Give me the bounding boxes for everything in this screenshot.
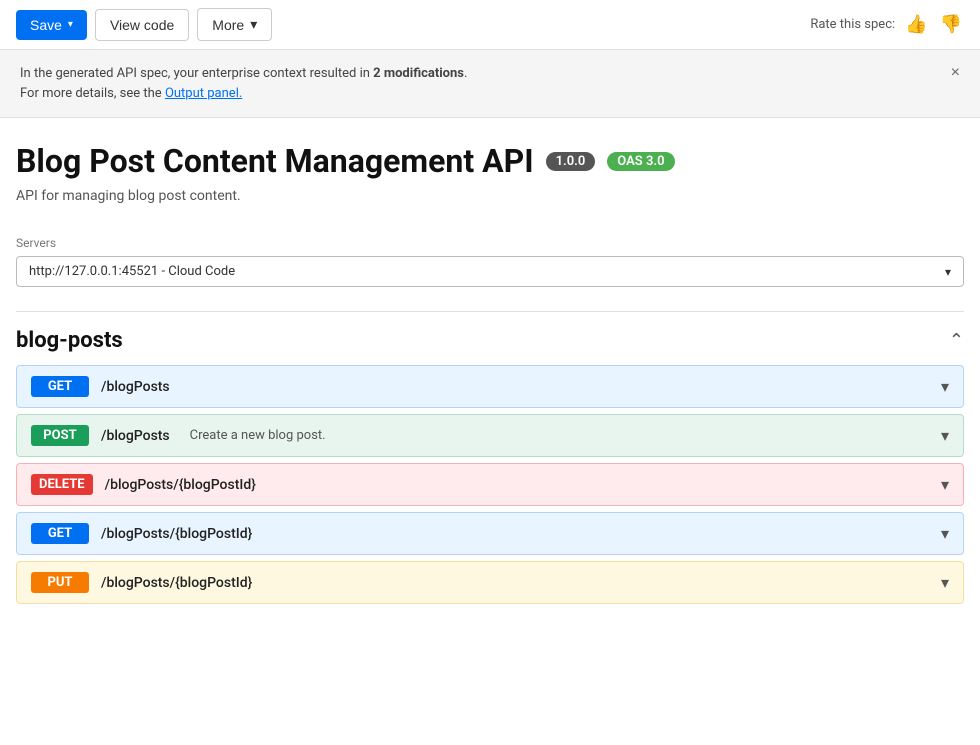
method-badge-get: GET	[31, 376, 89, 397]
endpoint-row-delete-blogpost[interactable]: DELETE /blogPosts/{blogPostId} ▾	[16, 463, 964, 506]
oas-badge: OAS 3.0	[607, 152, 674, 171]
servers-section: Servers http://127.0.0.1:45521 - Cloud C…	[16, 236, 964, 287]
save-label: Save	[30, 17, 62, 33]
rate-label: Rate this spec:	[810, 17, 895, 32]
banner-highlight: 2 modifications	[373, 66, 464, 81]
more-button[interactable]: More ▾	[197, 8, 272, 41]
output-panel-link[interactable]: Output panel.	[165, 86, 242, 101]
endpoint-row-put-blogpost[interactable]: PUT /blogPosts/{blogPostId} ▾	[16, 561, 964, 604]
banner-text-before: In the generated API spec, your enterpri…	[20, 66, 373, 81]
banner-close-button[interactable]: ×	[951, 64, 960, 82]
main-content: Blog Post Content Management API 1.0.0 O…	[0, 118, 980, 620]
endpoint-chevron-icon: ▾	[941, 524, 949, 543]
banner-text-after: .	[464, 66, 467, 81]
save-button[interactable]: Save ▾	[16, 10, 87, 40]
view-code-button[interactable]: View code	[95, 9, 189, 41]
section-title: blog-posts	[16, 328, 123, 353]
endpoint-path: /blogPosts/{blogPostId}	[101, 526, 252, 542]
method-badge-post: POST	[31, 425, 89, 446]
endpoint-chevron-icon: ▾	[941, 475, 949, 494]
endpoint-row-left: POST /blogPosts Create a new blog post.	[31, 425, 326, 446]
toolbar: Save ▾ View code More ▾ Rate this spec: …	[0, 0, 980, 50]
endpoint-list: GET /blogPosts ▾ POST /blogPosts Create …	[16, 365, 964, 604]
servers-label: Servers	[16, 236, 964, 250]
endpoint-row-left: GET /blogPosts/{blogPostId}	[31, 523, 252, 544]
view-code-label: View code	[110, 17, 174, 33]
servers-selected: http://127.0.0.1:45521 - Cloud Code	[29, 264, 235, 279]
servers-dropdown[interactable]: http://127.0.0.1:45521 - Cloud Code ▾	[16, 256, 964, 287]
endpoint-row-get-blogposts[interactable]: GET /blogPosts ▾	[16, 365, 964, 408]
endpoint-path: /blogPosts	[101, 428, 170, 444]
endpoint-row-post-blogposts[interactable]: POST /blogPosts Create a new blog post. …	[16, 414, 964, 457]
endpoint-description: Create a new blog post.	[190, 428, 326, 443]
banner-line2: For more details, see the	[20, 86, 165, 101]
rate-section: Rate this spec: 👍 👎	[810, 12, 964, 37]
endpoint-path: /blogPosts/{blogPostId}	[101, 575, 252, 591]
banner-text: In the generated API spec, your enterpri…	[20, 64, 467, 103]
endpoint-row-left: PUT /blogPosts/{blogPostId}	[31, 572, 252, 593]
api-description: API for managing blog post content.	[16, 188, 964, 204]
endpoint-chevron-icon: ▾	[941, 377, 949, 396]
save-chevron-icon: ▾	[68, 19, 73, 30]
method-badge-put: PUT	[31, 572, 89, 593]
more-chevron-icon: ▾	[250, 16, 257, 33]
endpoint-path: /blogPosts/{blogPostId}	[105, 477, 256, 493]
endpoint-chevron-icon: ▾	[941, 573, 949, 592]
endpoint-row-get-blogpost-id[interactable]: GET /blogPosts/{blogPostId} ▾	[16, 512, 964, 555]
endpoint-chevron-icon: ▾	[941, 426, 949, 445]
section-collapse-icon: ⌃	[949, 330, 964, 351]
api-title: Blog Post Content Management API	[16, 142, 534, 180]
notification-banner: In the generated API spec, your enterpri…	[0, 50, 980, 118]
endpoint-path: /blogPosts	[101, 379, 170, 395]
method-badge-get: GET	[31, 523, 89, 544]
servers-chevron-icon: ▾	[945, 265, 951, 279]
endpoint-row-left: GET /blogPosts	[31, 376, 170, 397]
api-title-row: Blog Post Content Management API 1.0.0 O…	[16, 142, 964, 180]
blog-posts-section-header[interactable]: blog-posts ⌃	[16, 312, 964, 365]
endpoint-row-left: DELETE /blogPosts/{blogPostId}	[31, 474, 256, 495]
thumbs-down-button[interactable]: 👎	[938, 12, 964, 37]
version-badge: 1.0.0	[546, 152, 596, 171]
thumbs-up-button[interactable]: 👍	[903, 12, 929, 37]
more-label: More	[212, 17, 244, 33]
method-badge-delete: DELETE	[31, 474, 93, 495]
